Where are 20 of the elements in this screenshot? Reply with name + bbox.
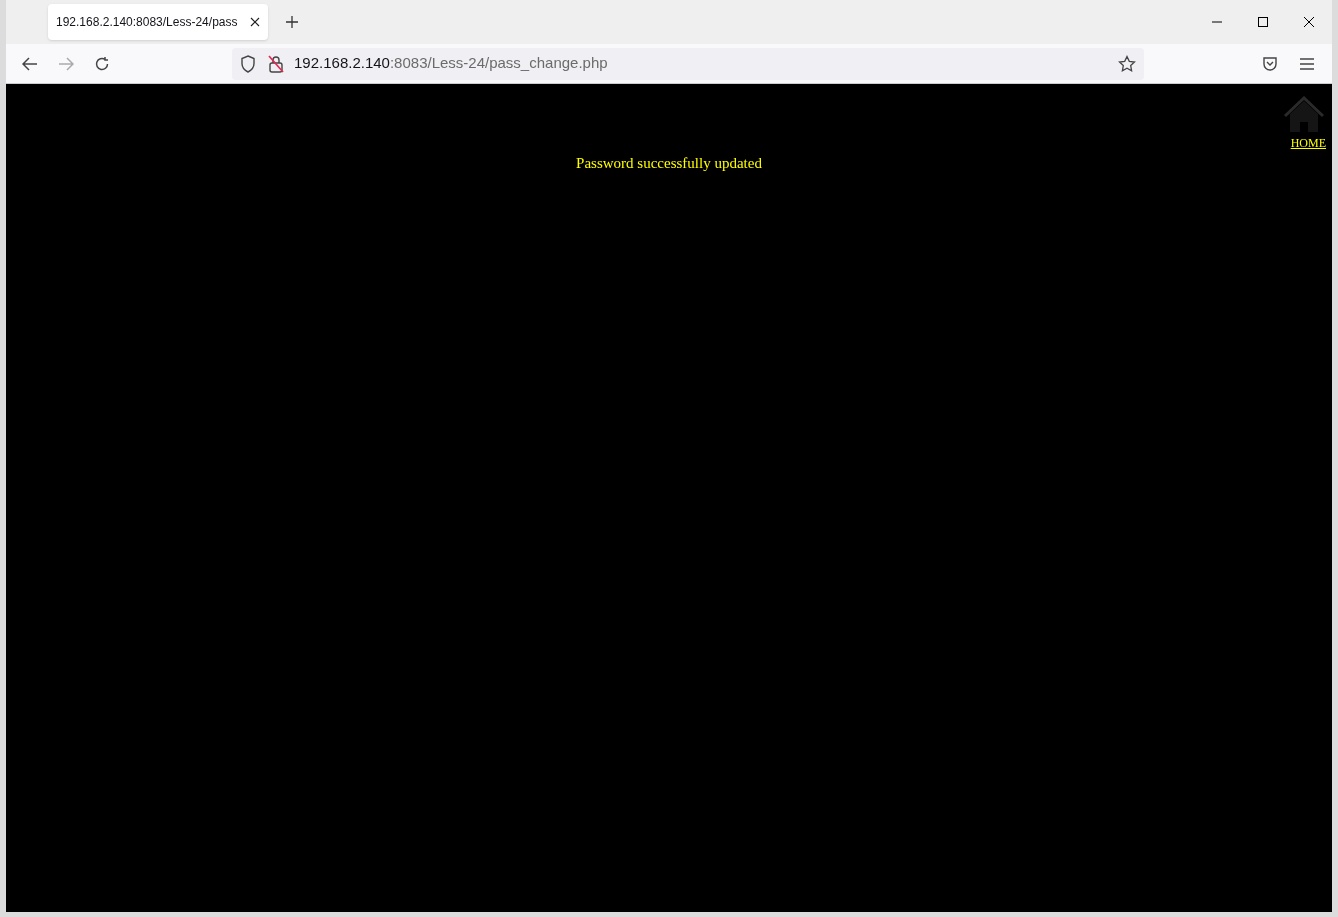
plus-icon — [285, 15, 299, 29]
minimize-icon — [1212, 21, 1222, 23]
url-path: :8083/Less-24/pass_change.php — [389, 54, 608, 72]
bookmark-star-icon[interactable] — [1118, 54, 1136, 73]
pocket-icon[interactable] — [1262, 55, 1278, 72]
back-arrow-icon — [22, 56, 38, 71]
close-icon — [1304, 17, 1314, 27]
close-tab-icon[interactable] — [250, 17, 260, 27]
shield-icon — [240, 54, 256, 73]
url-host: 192.168.2.140 — [294, 54, 390, 72]
browser-tab[interactable]: 192.168.2.140:8083/Less-24/pass — [48, 4, 268, 40]
insecure-lock-icon — [268, 54, 284, 73]
reload-icon — [94, 55, 110, 72]
home-link[interactable]: HOME — [1290, 134, 1326, 152]
address-bar[interactable]: 192.168.2.140:8083/Less-24/pass_change.php — [232, 47, 1144, 80]
maximize-icon — [1258, 17, 1268, 27]
menu-icon[interactable] — [1300, 57, 1314, 70]
tab-title: 192.168.2.140:8083/Less-24/pass — [56, 14, 239, 31]
success-message: Password successfully updated — [576, 154, 762, 173]
forward-arrow-icon — [58, 56, 74, 71]
